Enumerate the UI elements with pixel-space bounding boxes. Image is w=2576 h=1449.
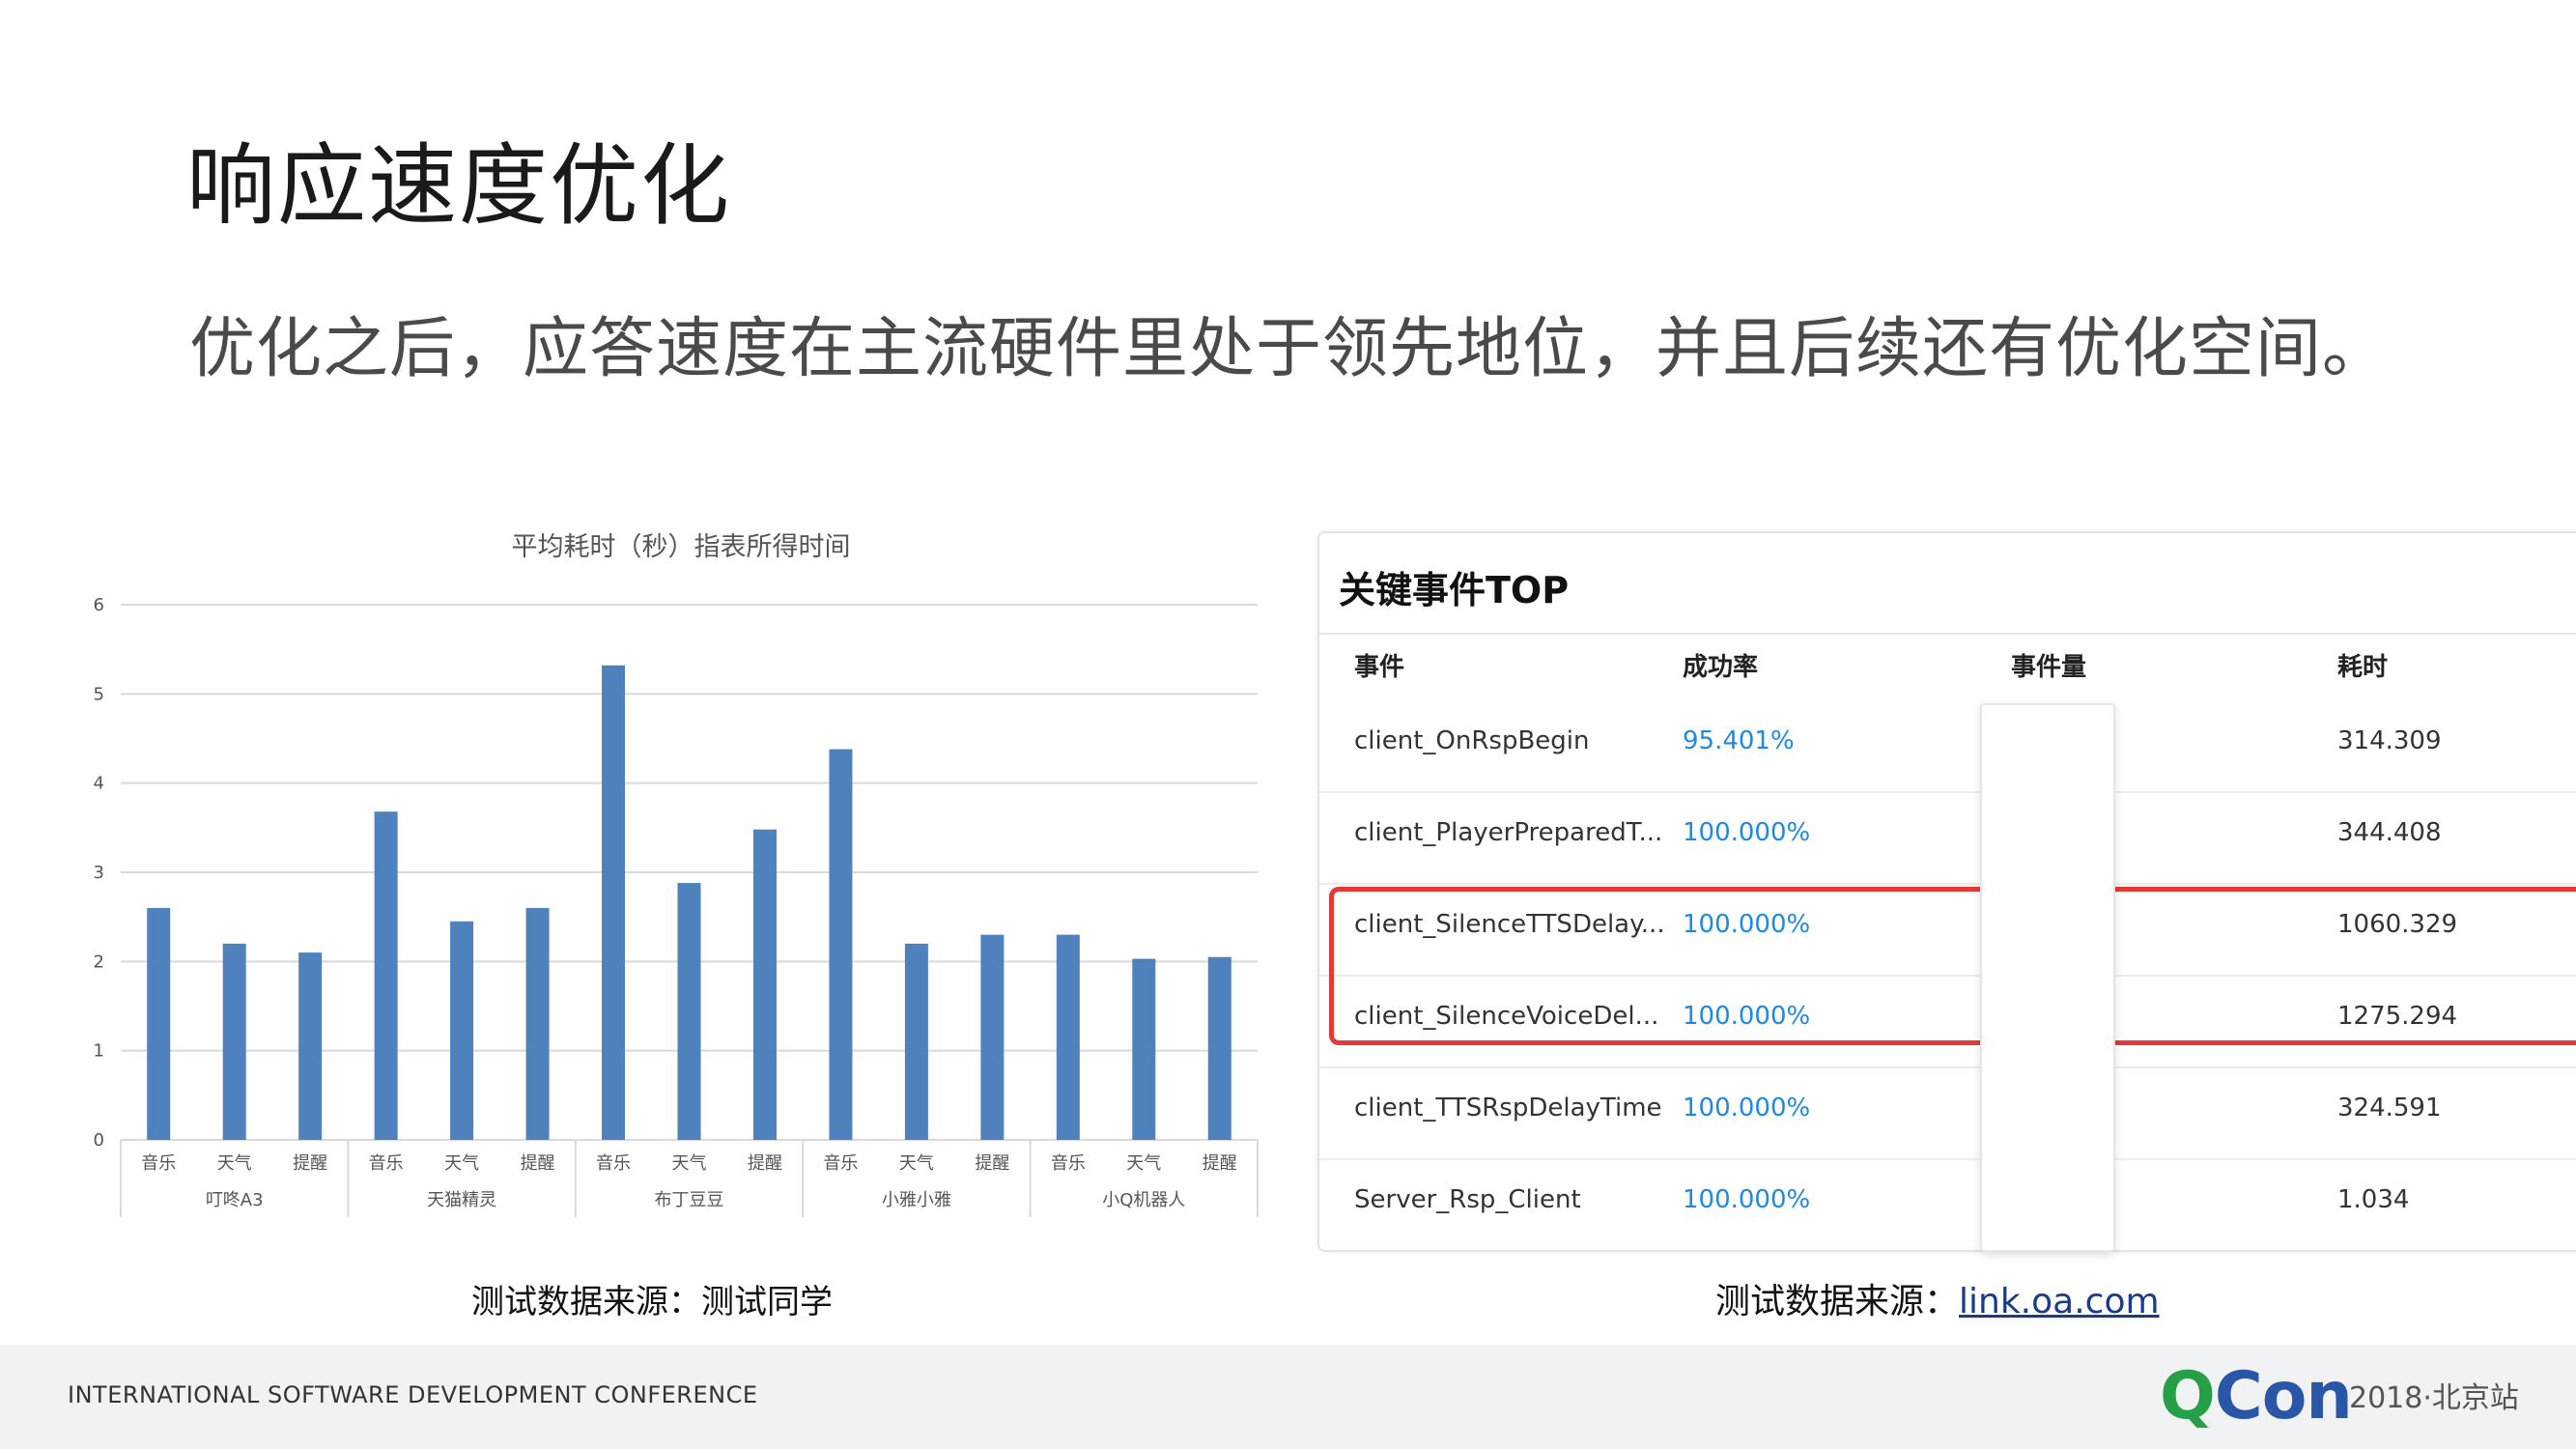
y-tick-label: 4 [94,774,104,794]
y-tick-label: 1 [94,1041,104,1062]
bar [752,829,777,1140]
qcon-logo-q: Q [2160,1358,2216,1435]
x-group-label: 小雅小雅 [882,1190,951,1210]
x-category-label: 提醒 [975,1153,1009,1174]
x-group-label: 叮咚A3 [206,1190,264,1210]
success-rate: 100.000% [1683,818,1811,847]
bar [450,921,474,1140]
x-category-label: 音乐 [596,1153,631,1174]
x-category-label: 音乐 [369,1153,404,1174]
event-name: Server_Rsp_Client [1354,1185,1581,1214]
data-source-label: 测试数据来源： [1715,1282,1960,1321]
column-header-event-count[interactable]: 事件量 [2011,647,2086,683]
data-source-left: 测试数据来源：测试同学 [471,1283,833,1321]
bar [1056,934,1080,1140]
slide-subtitle: 优化之后，应答速度在主流硬件里处于领先地位，并且后续还有优化空间。 [189,311,2390,387]
y-tick-label: 2 [94,952,104,972]
bar-chart: 平均耗时（秒）指表所得时间 0 1 2 3 4 5 6 音乐 天气 提醒叮咚A3 音乐 天气 提醒天猫精… [94,532,1259,1217]
duration: 314.309 [2337,726,2442,755]
success-rate: 100.000% [1683,1185,1811,1214]
chart-title: 平均耗时（秒）指表所得时间 [512,532,851,562]
x-category-label: 音乐 [141,1153,176,1174]
dropdown-panel[interactable] [1980,703,2115,1252]
bar [1132,958,1156,1140]
y-tick-label: 5 [94,684,104,704]
qcon-logo: QCon [2160,1358,2353,1435]
x-group-label: 布丁豆豆 [655,1190,724,1210]
bar [1207,956,1231,1140]
success-rate: 95.401% [1683,726,1795,755]
column-header-duration[interactable]: 耗时 [2337,647,2388,683]
x-category-label: 天气 [899,1153,934,1174]
data-source-link[interactable]: link.oa.com [1959,1282,2160,1321]
x-category-label: 提醒 [1203,1153,1237,1174]
x-category-label: 提醒 [293,1153,327,1174]
x-group-label: 天猫精灵 [427,1190,496,1210]
x-category-label: 天气 [444,1153,479,1174]
event-name: client_OnRspBegin [1354,726,1590,755]
table-row[interactable]: Server_Rsp_Client 100.000% 1.034 [1319,1158,2576,1250]
bar [525,907,550,1140]
bar [374,811,398,1140]
x-category-label: 天气 [672,1153,707,1174]
conference-edition: 2018·北京站 [2349,1381,2519,1415]
highlight-box [1329,887,2576,1045]
duration: 1.034 [2337,1185,2410,1214]
x-category-label: 提醒 [521,1153,555,1174]
table-row[interactable]: client_OnRspBegin 95.401% 314.309 [1319,699,2576,793]
x-category-label: 提醒 [748,1153,782,1174]
duration: 344.408 [2337,818,2442,847]
x-category-label: 音乐 [823,1153,858,1174]
x-category-label: 音乐 [1051,1153,1086,1174]
bar [980,934,1005,1140]
bar [829,749,853,1140]
bar [677,883,701,1140]
bar [904,943,928,1140]
slide-title: 响应速度优化 [186,134,732,238]
bar [298,952,323,1140]
y-tick-label: 3 [94,863,104,883]
y-tick-label: 6 [94,595,104,615]
conference-name: INTERNATIONAL SOFTWARE DEVELOPMENT CONFE… [68,1381,758,1408]
event-name: client_TTSRspDelayTime [1354,1094,1662,1122]
duration: 324.591 [2337,1094,2442,1122]
x-category-label: 天气 [1126,1153,1161,1174]
bar [222,943,246,1140]
bar [602,665,626,1140]
column-header-event[interactable]: 事件 [1354,647,1404,683]
x-group-label: 小Q机器人 [1102,1190,1185,1210]
card-title: 关键事件TOP [1339,569,1570,611]
qcon-logo-rest: Con [2214,1358,2353,1435]
table-row[interactable]: client_PlayerPreparedT... 100.000% 344.4… [1319,791,2576,885]
bar [147,907,171,1140]
column-header-success-rate[interactable]: 成功率 [1683,647,1758,683]
x-category-label: 天气 [217,1153,252,1174]
data-source-right: 测试数据来源：link.oa.com [1715,1273,2160,1323]
footer-bar: INTERNATIONAL SOFTWARE DEVELOPMENT CONFE… [0,1345,2576,1449]
y-tick-label: 0 [94,1130,104,1151]
success-rate: 100.000% [1683,1094,1811,1122]
event-name: client_PlayerPreparedT... [1354,818,1663,847]
table-row[interactable]: client_TTSRspDelayTime 100.000% 324.591 [1319,1066,2576,1160]
card-divider [1319,633,2576,635]
